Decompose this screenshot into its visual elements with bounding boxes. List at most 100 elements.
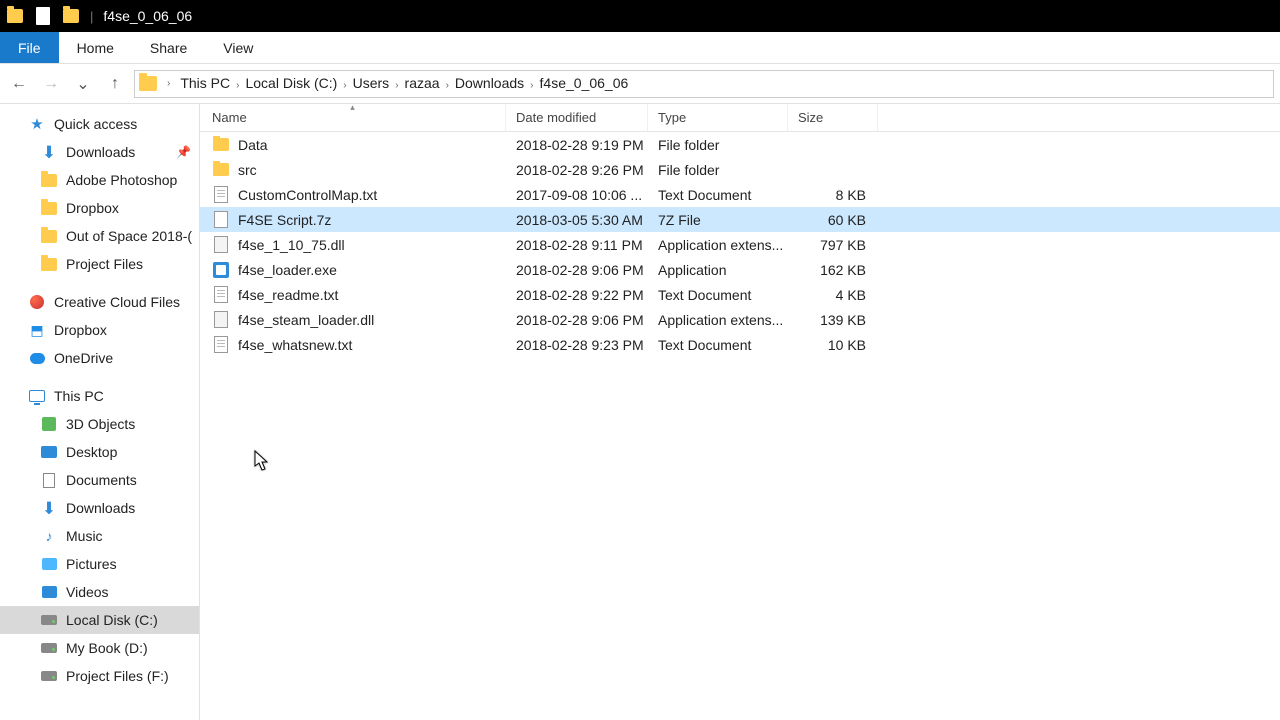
- sidebar-item-label: Creative Cloud Files: [54, 294, 180, 310]
- breadcrumb-item[interactable]: f4se_0_06_06: [538, 75, 631, 91]
- header-name[interactable]: Name ▴: [200, 104, 506, 131]
- header-size[interactable]: Size: [788, 104, 878, 131]
- cursor-icon: [254, 450, 270, 472]
- music-icon: ♪: [40, 527, 58, 545]
- file-date: 2018-02-28 9:22 PM: [506, 287, 648, 303]
- chevron-right-icon[interactable]: ›: [232, 80, 243, 91]
- sidebar-item[interactable]: ♪ Music: [0, 522, 199, 550]
- sidebar-item[interactable]: OneDrive: [0, 344, 199, 372]
- sidebar-item-label: Dropbox: [66, 200, 119, 216]
- folder-icon: [62, 7, 80, 25]
- tab-view[interactable]: View: [205, 32, 271, 63]
- folder-icon: [40, 171, 58, 189]
- pin-icon: 📌: [176, 145, 191, 159]
- breadcrumb-item[interactable]: razaa: [403, 75, 442, 91]
- sidebar-item[interactable]: Videos: [0, 578, 199, 606]
- file-date: 2018-02-28 9:19 PM: [506, 137, 648, 153]
- file-type: Text Document: [648, 337, 788, 353]
- sidebar-item-label: Music: [66, 528, 103, 544]
- sidebar-item-label: Downloads: [66, 500, 135, 516]
- file-type: File folder: [648, 137, 788, 153]
- videos-icon: [40, 583, 58, 601]
- sidebar-item-label: OneDrive: [54, 350, 113, 366]
- file-name: f4se_whatsnew.txt: [238, 337, 352, 353]
- sidebar-item[interactable]: ⬒Dropbox: [0, 316, 199, 344]
- sidebar-item[interactable]: Out of Space 2018-(: [0, 222, 199, 250]
- tab-file[interactable]: File: [0, 32, 59, 63]
- onedrive-icon: [28, 349, 46, 367]
- file-row[interactable]: f4se_whatsnew.txt 2018-02-28 9:23 PMText …: [200, 332, 1280, 357]
- 3d-objects-icon: [40, 415, 58, 433]
- sidebar-item-label: Downloads: [66, 144, 135, 160]
- sidebar-item[interactable]: Project Files (F:): [0, 662, 199, 690]
- sidebar-item[interactable]: 3D Objects: [0, 410, 199, 438]
- sidebar-item-label: Documents: [66, 472, 137, 488]
- sidebar[interactable]: ★ Quick access ⬇Downloads 📌 Adobe Photosho…: [0, 104, 200, 720]
- up-button[interactable]: ↑: [102, 71, 128, 97]
- breadcrumb-item[interactable]: Downloads: [453, 75, 526, 91]
- file-type: Application extens...: [648, 237, 788, 253]
- file-row[interactable]: src2018-02-28 9:26 PMFile folder: [200, 157, 1280, 182]
- file-size: 4 KB: [788, 287, 878, 303]
- sidebar-item[interactable]: My Book (D:): [0, 634, 199, 662]
- sidebar-item[interactable]: Project Files: [0, 250, 199, 278]
- tab-home[interactable]: Home: [59, 32, 132, 63]
- dll-icon: [212, 236, 230, 254]
- file-row[interactable]: f4se_loader.exe2018-02-28 9:06 PMApplica…: [200, 257, 1280, 282]
- sidebar-item[interactable]: Local Disk (C:): [0, 606, 199, 634]
- sidebar-quick-access[interactable]: ★ Quick access: [0, 110, 199, 138]
- breadcrumb[interactable]: › This PC›Local Disk (C:)›Users›razaa›Do…: [134, 70, 1274, 98]
- chevron-right-icon[interactable]: ›: [442, 80, 453, 91]
- file-date: 2017-09-08 10:06 ...: [506, 187, 648, 203]
- title-bar: | f4se_0_06_06: [0, 0, 1280, 32]
- chevron-right-icon[interactable]: ›: [163, 78, 174, 89]
- back-button[interactable]: ←: [6, 71, 32, 97]
- file-date: 2018-02-28 9:23 PM: [506, 337, 648, 353]
- folder-icon: [40, 199, 58, 217]
- file-row[interactable]: f4se_readme.txt2018-02-28 9:22 PMText Do…: [200, 282, 1280, 307]
- file-row[interactable]: Data2018-02-28 9:19 PMFile folder: [200, 132, 1280, 157]
- dll-icon: [212, 311, 230, 329]
- file-date: 2018-02-28 9:06 PM: [506, 262, 648, 278]
- recent-button[interactable]: ⌄: [70, 71, 96, 97]
- chevron-right-icon[interactable]: ›: [391, 80, 402, 91]
- archive-icon: [212, 211, 230, 229]
- sidebar-item[interactable]: Dropbox: [0, 194, 199, 222]
- file-size: 162 KB: [788, 262, 878, 278]
- file-row[interactable]: CustomControlMap.txt2017-09-08 10:06 ...…: [200, 182, 1280, 207]
- file-row[interactable]: f4se_1_10_75.dll2018-02-28 9:11 PMApplic…: [200, 232, 1280, 257]
- sidebar-item[interactable]: Creative Cloud Files: [0, 288, 199, 316]
- sidebar-item[interactable]: ⬇Downloads: [0, 494, 199, 522]
- file-row[interactable]: F4SE Script.7z2018-03-05 5:30 AM7Z File6…: [200, 207, 1280, 232]
- file-name: src: [238, 162, 257, 178]
- file-date: 2018-02-28 9:11 PM: [506, 237, 648, 253]
- chevron-right-icon[interactable]: ›: [339, 80, 350, 91]
- chevron-right-icon[interactable]: ›: [526, 80, 537, 91]
- sidebar-label: This PC: [54, 388, 104, 404]
- file-pane[interactable]: Name ▴ Date modified Type Size Data2018-…: [200, 104, 1280, 720]
- documents-icon: [40, 471, 58, 489]
- text-file-icon: [212, 286, 230, 304]
- breadcrumb-item[interactable]: This PC: [178, 75, 232, 91]
- breadcrumb-item[interactable]: Local Disk (C:): [243, 75, 339, 91]
- sidebar-item[interactable]: Documents: [0, 466, 199, 494]
- document-icon: [34, 7, 52, 25]
- sidebar-item[interactable]: Desktop: [0, 438, 199, 466]
- sidebar-item-label: Videos: [66, 584, 109, 600]
- tab-share[interactable]: Share: [132, 32, 205, 63]
- file-row[interactable]: f4se_steam_loader.dll2018-02-28 9:06 PMA…: [200, 307, 1280, 332]
- dropbox-icon: ⬒: [28, 321, 46, 339]
- file-type: 7Z File: [648, 212, 788, 228]
- exe-icon: [212, 261, 230, 279]
- drive-icon: [40, 639, 58, 657]
- sidebar-this-pc[interactable]: This PC: [0, 382, 199, 410]
- sidebar-item[interactable]: ⬇Downloads📌: [0, 138, 199, 166]
- creative-cloud-icon: [28, 293, 46, 311]
- sidebar-item[interactable]: Pictures: [0, 550, 199, 578]
- sidebar-item[interactable]: Adobe Photoshop: [0, 166, 199, 194]
- breadcrumb-item[interactable]: Users: [351, 75, 392, 91]
- header-type[interactable]: Type: [648, 104, 788, 131]
- forward-button[interactable]: →: [38, 71, 64, 97]
- header-date[interactable]: Date modified: [506, 104, 648, 131]
- drive-icon: [40, 611, 58, 629]
